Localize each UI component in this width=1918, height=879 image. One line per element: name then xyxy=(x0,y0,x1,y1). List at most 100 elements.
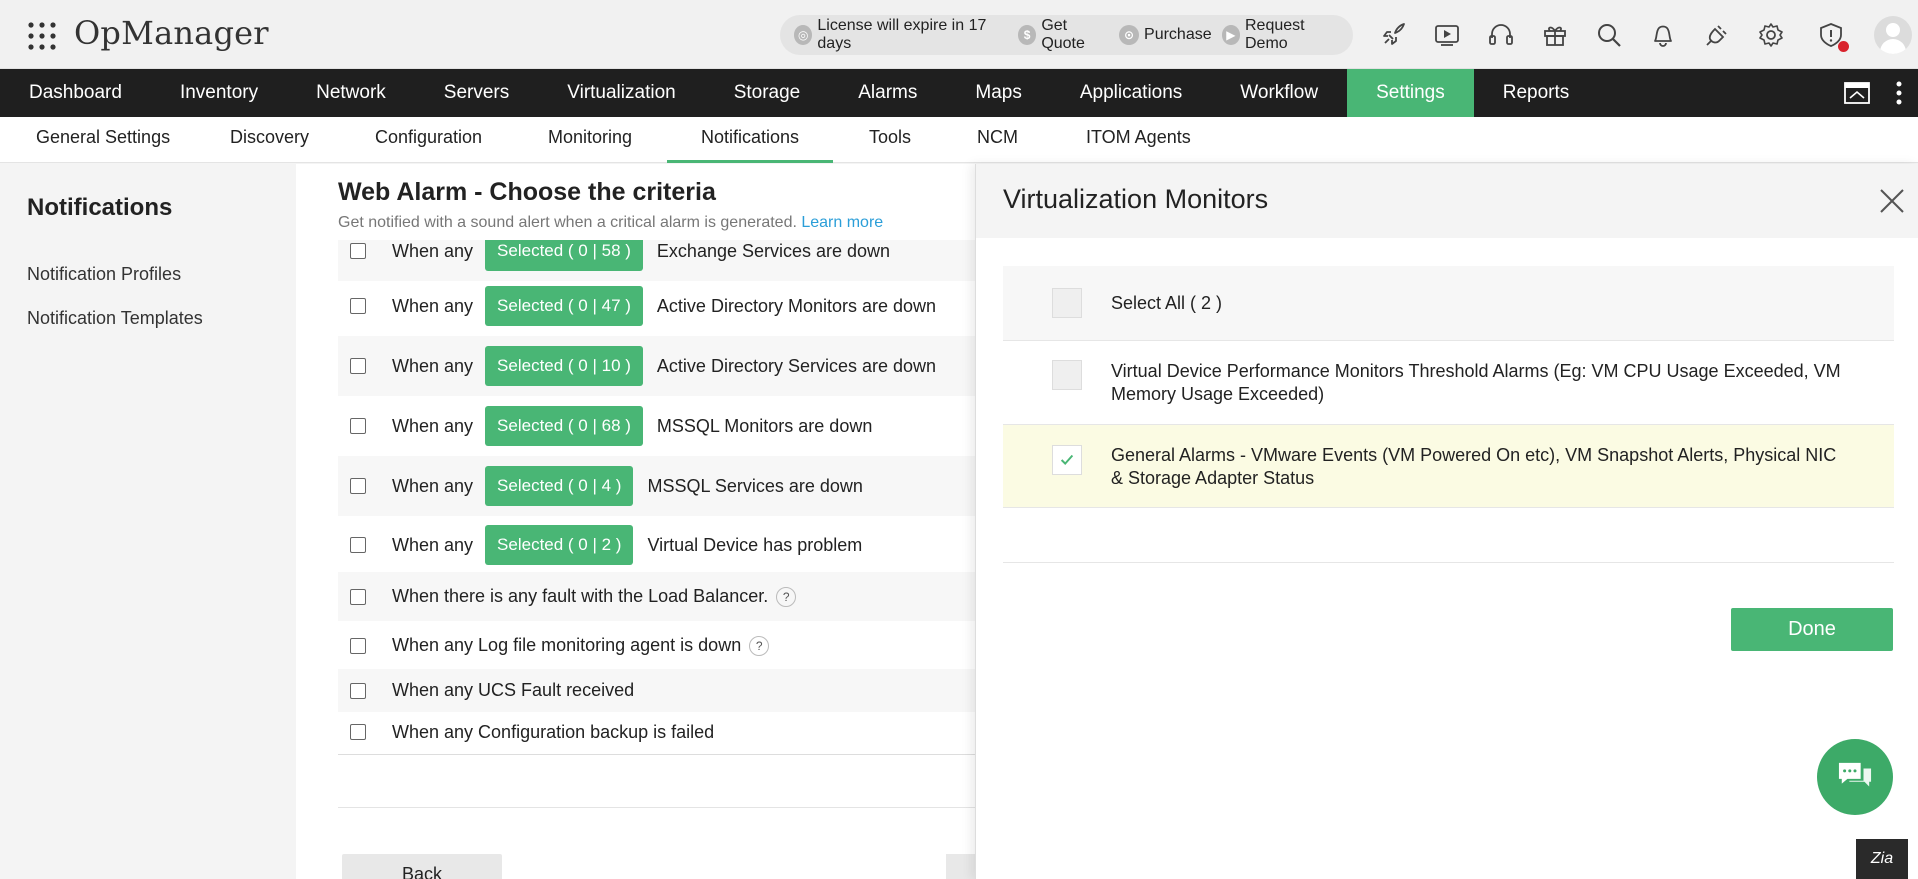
nav-item-maps[interactable]: Maps xyxy=(946,69,1050,117)
selected-count-button[interactable]: Selected ( 0 | 47 ) xyxy=(485,286,643,326)
criteria-checkbox[interactable] xyxy=(350,478,366,494)
criteria-text: When there is any fault with the Load Ba… xyxy=(392,586,769,606)
option-checkbox-general-alarms[interactable] xyxy=(1052,445,1082,475)
subnav-tab-itom-agents[interactable]: ITOM Agents xyxy=(1084,117,1193,163)
nav-item-inventory[interactable]: Inventory xyxy=(151,69,287,117)
divider xyxy=(338,807,998,808)
criteria-text: MSSQL Services are down xyxy=(647,475,863,496)
criteria-text: When any UCS Fault received xyxy=(392,680,635,700)
subnav-tab-monitoring[interactable]: Monitoring xyxy=(546,117,634,163)
nav-item-settings[interactable]: Settings xyxy=(1347,69,1474,117)
criteria-checkbox[interactable] xyxy=(350,418,366,434)
rocket-icon[interactable] xyxy=(1378,20,1408,50)
notifications-sidebar: Notifications Notification Profiles Noti… xyxy=(0,164,296,879)
nav-item-reports[interactable]: Reports xyxy=(1474,69,1599,117)
check-icon xyxy=(1060,454,1074,466)
criteria-row: When any Selected ( 0 | 10 ) Active Direct… xyxy=(338,336,998,396)
gear-icon[interactable] xyxy=(1756,20,1786,50)
security-alert-icon[interactable] xyxy=(1816,20,1849,52)
criteria-checkbox[interactable] xyxy=(350,537,366,553)
video-icon[interactable] xyxy=(1432,20,1462,50)
subnav-tab-tools[interactable]: Tools xyxy=(867,117,913,163)
purchase-link[interactable]: ⊙ Purchase xyxy=(1119,25,1212,45)
criteria-prefix: When any xyxy=(392,355,474,376)
nav-item-network[interactable]: Network xyxy=(287,69,415,117)
help-icon[interactable]: ? xyxy=(749,635,770,656)
criteria-prefix: When any xyxy=(392,415,474,436)
criteria-checkbox[interactable] xyxy=(350,724,366,740)
criteria-row: When any Selected ( 0 | 4 ) MSSQL Services… xyxy=(338,456,998,516)
bell-icon[interactable] xyxy=(1648,20,1678,50)
settings-sub-nav: General Settings Discovery Configuration Mo… xyxy=(0,117,1918,163)
sidebar-title: Notifications xyxy=(27,194,173,221)
dashboard-widget-icon[interactable] xyxy=(1844,81,1870,110)
headset-icon[interactable] xyxy=(1486,20,1516,50)
select-all-row[interactable]: Select All ( 2 ) xyxy=(1003,266,1894,341)
selected-count-button[interactable]: Selected ( 0 | 58 ) xyxy=(485,240,643,271)
plugin-icon[interactable] xyxy=(1702,20,1732,50)
criteria-checkbox[interactable] xyxy=(350,637,366,654)
back-button[interactable]: Back xyxy=(342,854,502,879)
chat-button[interactable] xyxy=(1817,739,1893,815)
purchase-label: Purchase xyxy=(1144,26,1212,43)
request-demo-link[interactable]: ▶ Request Demo xyxy=(1221,17,1343,53)
criteria-checkbox[interactable] xyxy=(350,358,366,374)
criteria-row: When any Log file monitoring agent is do… xyxy=(338,621,998,670)
get-quote-link[interactable]: $ Get Quote xyxy=(1017,17,1109,53)
nav-item-applications[interactable]: Applications xyxy=(1051,69,1211,117)
criteria-checkbox[interactable] xyxy=(350,588,366,605)
gift-icon[interactable] xyxy=(1540,20,1570,50)
main-nav: Dashboard Inventory Network Servers Virtuali… xyxy=(0,69,1918,117)
more-vertical-icon[interactable] xyxy=(1894,80,1904,111)
subnav-tab-general-settings[interactable]: General Settings xyxy=(34,117,172,163)
search-icon[interactable] xyxy=(1594,20,1624,50)
selected-count-button[interactable]: Selected ( 0 | 2 ) xyxy=(485,525,634,565)
sidebar-link-notification-profiles[interactable]: Notification Profiles xyxy=(27,264,181,285)
selected-count-button[interactable]: Selected ( 0 | 10 ) xyxy=(485,346,643,386)
help-icon[interactable]: ? xyxy=(776,586,797,607)
nav-item-workflow[interactable]: Workflow xyxy=(1211,69,1347,117)
criteria-checkbox[interactable] xyxy=(350,298,366,314)
select-all-checkbox[interactable] xyxy=(1052,288,1082,318)
subnav-tab-ncm[interactable]: NCM xyxy=(975,117,1020,163)
criteria-text: Virtual Device has problem xyxy=(647,534,863,555)
selected-count-button[interactable]: Selected ( 0 | 4 ) xyxy=(485,466,634,506)
user-avatar[interactable] xyxy=(1874,16,1912,54)
criteria-row: When any Selected ( 0 | 47 ) Active Direct… xyxy=(338,276,998,336)
zia-assistant-button[interactable]: Zia xyxy=(1856,839,1908,879)
license-expiry[interactable]: ◎ License will expire in 17 days xyxy=(794,17,1008,53)
page-title: Web Alarm - Choose the criteria xyxy=(338,178,716,206)
app-grid-icon[interactable] xyxy=(26,20,58,52)
criteria-text: Exchange Services are down xyxy=(656,240,891,261)
selected-count-button[interactable]: Selected ( 0 | 68 ) xyxy=(485,406,643,446)
criteria-prefix: When any xyxy=(392,295,474,316)
nav-item-alarms[interactable]: Alarms xyxy=(829,69,946,117)
criteria-checkbox[interactable] xyxy=(350,682,366,699)
option-row-general-alarms[interactable]: General Alarms - VMware Events (VM Power… xyxy=(1003,425,1894,508)
option-row-vm-threshold[interactable]: Virtual Device Performance Monitors Thre… xyxy=(1003,341,1894,425)
demo-icon: ▶ xyxy=(1221,25,1240,45)
nav-item-servers[interactable]: Servers xyxy=(415,69,538,117)
done-button[interactable]: Done xyxy=(1731,608,1893,651)
criteria-checkbox[interactable] xyxy=(350,243,366,259)
nav-item-dashboard[interactable]: Dashboard xyxy=(0,69,151,117)
select-all-label: Select All ( 2 ) xyxy=(1111,293,1223,313)
alert-dot xyxy=(1838,41,1849,52)
learn-more-link[interactable]: Learn more xyxy=(801,214,883,231)
criteria-text: MSSQL Monitors are down xyxy=(656,415,873,436)
cart-icon: ⊙ xyxy=(1119,25,1140,45)
nav-item-storage[interactable]: Storage xyxy=(705,69,830,117)
criteria-row: When any Selected ( 0 | 2 ) Virtual Device… xyxy=(338,515,998,575)
subnav-tab-discovery[interactable]: Discovery xyxy=(228,117,311,163)
request-demo-label: Request Demo xyxy=(1245,17,1305,52)
subnav-tab-notifications[interactable]: Notifications xyxy=(667,117,834,163)
criteria-prefix: When any xyxy=(392,475,474,496)
subnav-tab-configuration[interactable]: Configuration xyxy=(373,117,484,163)
criteria-text: Active Directory Services are down xyxy=(656,355,937,376)
drawer-header: Virtualization Monitors xyxy=(976,164,1918,238)
option-checkbox-vm-threshold[interactable] xyxy=(1052,360,1082,390)
sidebar-link-notification-templates[interactable]: Notification Templates xyxy=(27,308,203,329)
nav-item-virtualization[interactable]: Virtualization xyxy=(538,69,704,117)
close-icon[interactable] xyxy=(1878,187,1906,215)
app-logo[interactable]: OpManager xyxy=(74,14,269,52)
